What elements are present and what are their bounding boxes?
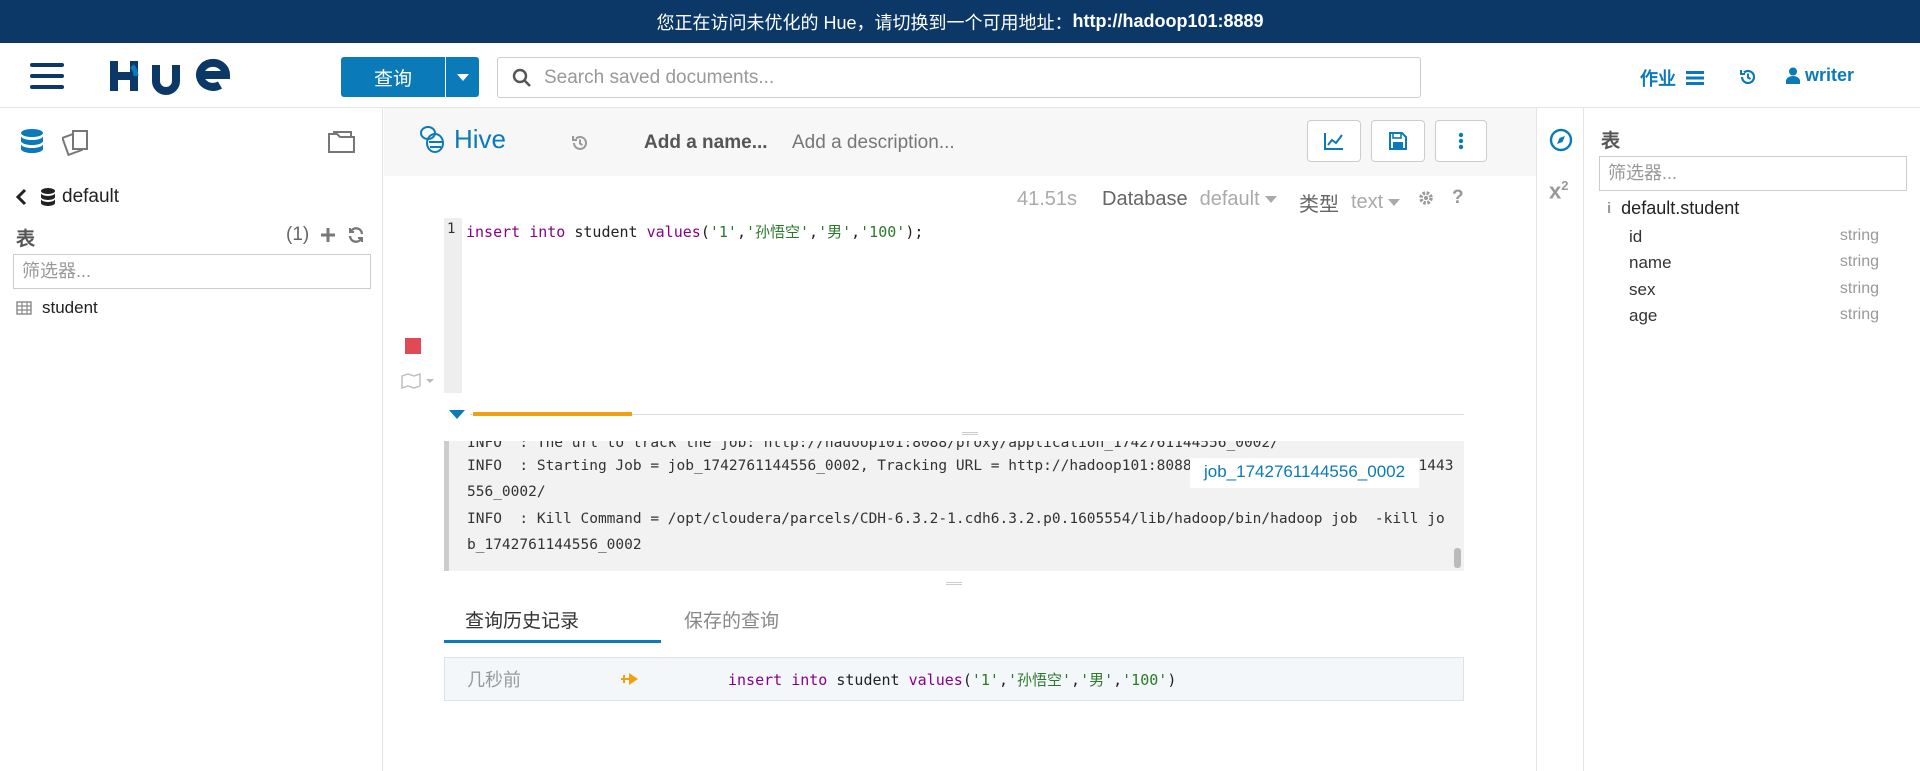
documents-icon[interactable]	[62, 128, 90, 156]
editor-header: Hive Add a name... Add a description...	[384, 108, 1536, 176]
collapse-results-icon[interactable]	[449, 410, 465, 419]
table-count: (1)	[286, 224, 310, 245]
settings-gear-icon[interactable]	[1417, 189, 1435, 207]
history-query: insert into student values('1','孙悟空','男'…	[728, 670, 1177, 689]
search-box[interactable]	[497, 57, 1421, 98]
database-label: Database	[1102, 188, 1188, 210]
tab-saved-queries[interactable]: 保存的查询	[684, 606, 779, 633]
line-number: 1	[447, 221, 456, 237]
table-info[interactable]: i default.student	[1607, 198, 1739, 219]
top-navbar: 查询 作业 writer	[0, 43, 1920, 108]
banner-text: 您正在访问未优化的 Hue，请切换到一个可用地址：	[656, 12, 1073, 33]
query-button[interactable]: 查询	[341, 57, 445, 97]
username: writer	[1805, 65, 1855, 85]
warning-banner: 您正在访问未优化的 Hue，请切换到一个可用地址： http://hadoop1…	[0, 0, 1920, 43]
user-menu[interactable]: writer	[1786, 65, 1854, 86]
table-name: student	[42, 298, 98, 317]
history-time: 几秒前	[467, 670, 521, 690]
log-line: 556_0002/	[467, 484, 546, 500]
left-assist-panel: default 表 (1) student	[0, 108, 383, 771]
compass-icon[interactable]	[1549, 128, 1573, 152]
line-chart-icon	[1324, 133, 1343, 150]
user-icon	[1786, 67, 1800, 84]
sql-editor[interactable]: insert into student values('1','孙悟空','男'…	[466, 221, 923, 242]
type-value: text	[1351, 191, 1384, 213]
jobs-button[interactable]: 作业	[1640, 65, 1706, 91]
help-icon[interactable]: ?	[1452, 187, 1464, 209]
chevron-left-icon[interactable]	[14, 188, 28, 206]
plus-icon[interactable]	[319, 226, 337, 244]
query-name-field[interactable]: Add a name...	[644, 132, 768, 154]
table-item-student[interactable]: student	[16, 298, 98, 318]
chevron-down-icon	[456, 73, 469, 81]
info-icon[interactable]: i	[1607, 200, 1611, 217]
hive-bee-icon	[420, 125, 444, 153]
database-small-icon	[41, 188, 55, 206]
jobs-list-icon	[1686, 71, 1704, 85]
log-line: b_1742761144556_0002	[467, 537, 642, 553]
search-input[interactable]	[544, 66, 1404, 89]
more-options-button[interactable]	[1435, 120, 1487, 162]
resize-handle[interactable]	[946, 582, 962, 585]
right-panel-title: 表	[1601, 131, 1621, 152]
progress-bar	[473, 412, 632, 416]
hamburger-menu-icon[interactable]	[30, 63, 64, 89]
table-icon	[16, 301, 32, 315]
hue-logo[interactable]	[110, 55, 240, 97]
banner-url[interactable]: http://hadoop101:8889	[1073, 11, 1264, 32]
history-icon[interactable]	[1738, 67, 1758, 87]
tables-title: 表	[16, 229, 36, 250]
database-name: default	[62, 186, 120, 207]
engine-selector[interactable]: Hive	[418, 124, 506, 155]
database-breadcrumb[interactable]: default	[14, 186, 119, 208]
log-line: INFO : The url to track the job: http://…	[467, 441, 1279, 451]
resize-handle[interactable]	[962, 432, 978, 435]
save-icon	[1389, 132, 1407, 150]
active-tab-indicator	[444, 640, 661, 643]
type-label: 类型	[1299, 194, 1339, 216]
refresh-icon[interactable]	[347, 226, 365, 244]
right-assist-panel: 表 i default.student idstring namestring …	[1585, 108, 1920, 771]
log-scrollbar[interactable]	[1454, 548, 1461, 568]
database-value: default	[1199, 188, 1260, 210]
search-icon	[512, 68, 531, 87]
history-icon[interactable]	[570, 133, 590, 153]
chart-button[interactable]	[1307, 120, 1361, 162]
query-dropdown-button[interactable]	[446, 57, 479, 97]
query-description-field[interactable]: Add a description...	[792, 132, 955, 154]
right-assist-strip: x2	[1536, 108, 1584, 771]
left-filter-input[interactable]	[13, 254, 371, 289]
column-row[interactable]: id string	[1629, 227, 1879, 247]
folder-open-icon[interactable]	[327, 128, 357, 154]
tab-query-history[interactable]: 查询历史记录	[465, 606, 579, 633]
query-duration: 41.51s	[1017, 188, 1078, 210]
more-vertical-icon	[1458, 132, 1464, 150]
database-icon[interactable]	[20, 128, 44, 158]
functions-icon[interactable]: x2	[1549, 178, 1568, 204]
job-link[interactable]: job_1742761144556_0002	[1190, 458, 1420, 488]
engine-name: Hive	[454, 124, 507, 154]
column-row[interactable]: name string	[1629, 253, 1879, 273]
chevron-down-icon	[1264, 196, 1277, 203]
snippet-map-icon[interactable]	[401, 373, 437, 389]
database-selector[interactable]: Database default	[1102, 188, 1277, 211]
editor-gutter	[444, 218, 462, 393]
table-full-name: default.student	[1621, 198, 1740, 218]
type-selector[interactable]: 类型 text	[1299, 188, 1401, 217]
jobs-label: 作业	[1640, 69, 1676, 89]
right-filter-input[interactable]	[1599, 156, 1907, 191]
history-row[interactable]: 几秒前 insert into student values('1','孙悟空'…	[444, 657, 1464, 701]
column-row[interactable]: sex string	[1629, 280, 1879, 300]
log-line: INFO : Kill Command = /opt/cloudera/parc…	[467, 511, 1445, 527]
chevron-down-icon	[1388, 199, 1401, 206]
save-button[interactable]	[1371, 120, 1425, 162]
run-arrow-icon	[621, 673, 638, 685]
stop-button[interactable]	[405, 338, 421, 354]
column-row[interactable]: age string	[1629, 306, 1879, 326]
